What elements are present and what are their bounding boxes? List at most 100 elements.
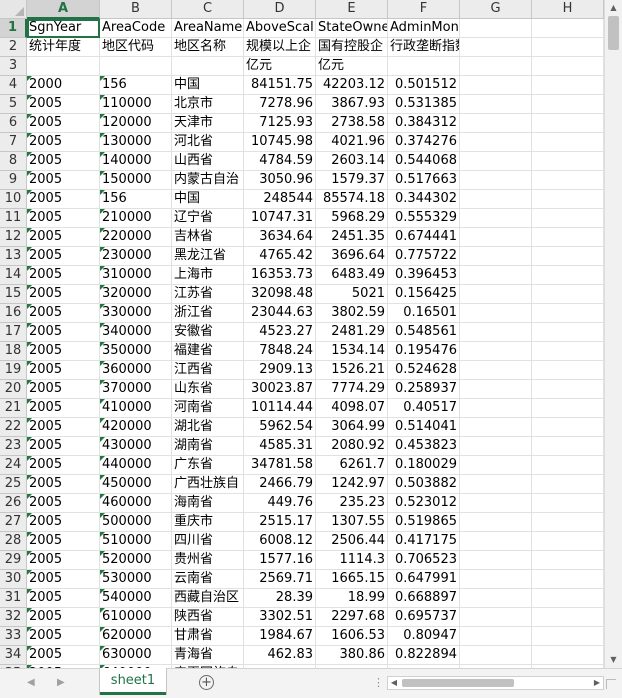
cell-e9[interactable]: 1579.37 <box>316 171 388 190</box>
cell-g8[interactable] <box>460 152 532 171</box>
cell-c3[interactable] <box>172 57 244 76</box>
cell-h22[interactable] <box>532 418 604 437</box>
cell-f9[interactable]: 0.517663 <box>388 171 460 190</box>
cell-b32[interactable]: 610000 <box>100 608 172 627</box>
cell-c8[interactable]: 山西省 <box>172 152 244 171</box>
row-header[interactable]: 31 <box>0 589 27 608</box>
cell-b22[interactable]: 420000 <box>100 418 172 437</box>
cell-d1[interactable]: AboveScal <box>244 19 316 38</box>
cell-c15[interactable]: 江苏省 <box>172 285 244 304</box>
cell-b3[interactable] <box>100 57 172 76</box>
cell-e1[interactable]: StateOwne <box>316 19 388 38</box>
cell-e20[interactable]: 7774.29 <box>316 380 388 399</box>
column-header-g[interactable]: G <box>460 0 532 19</box>
cell-f19[interactable]: 0.524628 <box>388 361 460 380</box>
cell-c7[interactable]: 河北省 <box>172 133 244 152</box>
cell-g23[interactable] <box>460 437 532 456</box>
cell-d12[interactable]: 3634.64 <box>244 228 316 247</box>
cell-g31[interactable] <box>460 589 532 608</box>
vertical-scroll-thumb[interactable] <box>608 16 619 50</box>
cell-g25[interactable] <box>460 475 532 494</box>
cell-b27[interactable]: 500000 <box>100 513 172 532</box>
cell-a9[interactable]: 2005 <box>27 171 100 190</box>
cell-b24[interactable]: 440000 <box>100 456 172 475</box>
cell-g11[interactable] <box>460 209 532 228</box>
cell-h1[interactable] <box>532 19 604 38</box>
cell-f12[interactable]: 0.674441 <box>388 228 460 247</box>
cell-h18[interactable] <box>532 342 604 361</box>
cell-b17[interactable]: 340000 <box>100 323 172 342</box>
row-header[interactable]: 12 <box>0 228 27 247</box>
cell-g17[interactable] <box>460 323 532 342</box>
row-header[interactable]: 28 <box>0 532 27 551</box>
cell-e22[interactable]: 3064.99 <box>316 418 388 437</box>
cell-h4[interactable] <box>532 76 604 95</box>
row-header[interactable]: 30 <box>0 570 27 589</box>
cell-e21[interactable]: 4098.07 <box>316 399 388 418</box>
cell-h19[interactable] <box>532 361 604 380</box>
cell-d16[interactable]: 23044.63 <box>244 304 316 323</box>
cell-a19[interactable]: 2005 <box>27 361 100 380</box>
cell-f25[interactable]: 0.503882 <box>388 475 460 494</box>
cell-d6[interactable]: 7125.93 <box>244 114 316 133</box>
row-header[interactable]: 5 <box>0 95 27 114</box>
cell-a23[interactable]: 2005 <box>27 437 100 456</box>
cell-g24[interactable] <box>460 456 532 475</box>
row-header[interactable]: 16 <box>0 304 27 323</box>
cell-e4[interactable]: 42203.12 <box>316 76 388 95</box>
row-header[interactable]: 34 <box>0 646 27 665</box>
cell-c4[interactable]: 中国 <box>172 76 244 95</box>
cell-d15[interactable]: 32098.48 <box>244 285 316 304</box>
cell-g9[interactable] <box>460 171 532 190</box>
cell-e8[interactable]: 2603.14 <box>316 152 388 171</box>
cell-e34[interactable]: 380.86 <box>316 646 388 665</box>
cell-e27[interactable]: 1307.55 <box>316 513 388 532</box>
column-header-e[interactable]: E <box>316 0 388 19</box>
cell-a27[interactable]: 2005 <box>27 513 100 532</box>
cell-g1[interactable] <box>460 19 532 38</box>
cell-g21[interactable] <box>460 399 532 418</box>
cell-h14[interactable] <box>532 266 604 285</box>
cell-e10[interactable]: 85574.18 <box>316 190 388 209</box>
cell-f11[interactable]: 0.555329 <box>388 209 460 228</box>
cell-e11[interactable]: 5968.29 <box>316 209 388 228</box>
cell-a15[interactable]: 2005 <box>27 285 100 304</box>
cell-g3[interactable] <box>460 57 532 76</box>
cell-b33[interactable]: 620000 <box>100 627 172 646</box>
cell-f7[interactable]: 0.374276 <box>388 133 460 152</box>
cell-d24[interactable]: 34781.58 <box>244 456 316 475</box>
cell-c14[interactable]: 上海市 <box>172 266 244 285</box>
column-header-a[interactable]: A <box>27 0 100 19</box>
cell-g22[interactable] <box>460 418 532 437</box>
cell-c30[interactable]: 云南省 <box>172 570 244 589</box>
cell-b18[interactable]: 350000 <box>100 342 172 361</box>
cell-a26[interactable]: 2005 <box>27 494 100 513</box>
cell-h16[interactable] <box>532 304 604 323</box>
cell-f33[interactable]: 0.80947 <box>388 627 460 646</box>
column-header-f[interactable]: F <box>388 0 460 19</box>
cell-f18[interactable]: 0.195476 <box>388 342 460 361</box>
cell-h23[interactable] <box>532 437 604 456</box>
cell-d10[interactable]: 248544 <box>244 190 316 209</box>
cell-a13[interactable]: 2005 <box>27 247 100 266</box>
cell-c29[interactable]: 贵州省 <box>172 551 244 570</box>
cell-g6[interactable] <box>460 114 532 133</box>
cell-a7[interactable]: 2005 <box>27 133 100 152</box>
cell-b1[interactable]: AreaCode <box>100 19 172 38</box>
cell-c10[interactable]: 中国 <box>172 190 244 209</box>
cell-a28[interactable]: 2005 <box>27 532 100 551</box>
column-header-d[interactable]: D <box>244 0 316 19</box>
cell-c33[interactable]: 甘肃省 <box>172 627 244 646</box>
next-sheet-icon[interactable]: ▶ <box>57 677 65 688</box>
cell-e3[interactable]: 亿元 <box>316 57 388 76</box>
horizontal-scroll-thumb[interactable] <box>402 679 514 687</box>
row-header[interactable]: 21 <box>0 399 27 418</box>
cell-c28[interactable]: 四川省 <box>172 532 244 551</box>
cell-h32[interactable] <box>532 608 604 627</box>
cell-a14[interactable]: 2005 <box>27 266 100 285</box>
cell-h31[interactable] <box>532 589 604 608</box>
cell-h10[interactable] <box>532 190 604 209</box>
cell-e26[interactable]: 235.23 <box>316 494 388 513</box>
cell-g28[interactable] <box>460 532 532 551</box>
cell-h33[interactable] <box>532 627 604 646</box>
